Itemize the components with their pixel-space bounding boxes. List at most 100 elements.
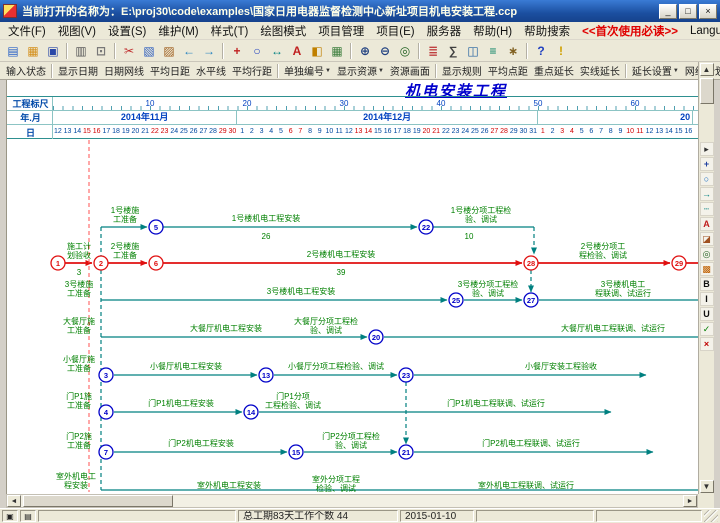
horizontal-line-button[interactable]: 水平线	[193, 63, 229, 78]
node-29[interactable]: 29	[672, 256, 686, 270]
menu-item[interactable]: 服务器	[421, 22, 468, 40]
node-1[interactable]: 1	[51, 256, 65, 270]
avg-node-space-button[interactable]: 平均点距	[485, 63, 531, 78]
save-icon[interactable]: ▣	[43, 42, 63, 60]
zoom-tool-icon[interactable]: ◎	[700, 247, 714, 261]
menu-item[interactable]: 设置(S)	[102, 22, 152, 40]
scroll-left-button[interactable]: ◄	[7, 495, 21, 507]
close-button[interactable]: ×	[699, 4, 717, 19]
scroll-track[interactable]	[173, 495, 683, 507]
find-icon[interactable]: ◎	[395, 42, 415, 60]
status-button-right[interactable]: ▤	[20, 510, 36, 522]
paste-icon[interactable]: ▨	[159, 42, 179, 60]
show-date-button[interactable]: 显示日期	[55, 63, 101, 78]
menu-item[interactable]: 绘图模式	[254, 22, 312, 40]
redo-icon[interactable]: →	[199, 42, 219, 60]
bold-icon[interactable]: B	[700, 277, 714, 291]
avg-row-space-button[interactable]: 平均行距	[229, 63, 275, 78]
node-23[interactable]: 23	[399, 368, 413, 382]
print-icon[interactable]: ▥	[71, 42, 91, 60]
node-25[interactable]: 25	[449, 293, 463, 307]
draw-node-icon[interactable]: ○	[700, 172, 714, 186]
tips-icon[interactable]: !	[551, 42, 571, 60]
dashed-edge-icon[interactable]: ┄	[700, 202, 714, 216]
day-cell: 11	[635, 125, 645, 139]
help-icon[interactable]: ?	[531, 42, 551, 60]
menu-item[interactable]: Language	[684, 24, 720, 38]
node-20[interactable]: 20	[369, 330, 383, 344]
calendar-icon[interactable]: ≣	[423, 42, 443, 60]
node-4[interactable]: 4	[99, 405, 113, 419]
link-tasks-icon[interactable]: ↔	[267, 42, 287, 60]
node-3[interactable]: 3	[99, 368, 113, 382]
menu-item[interactable]: 帮助(H)	[467, 22, 518, 40]
scroll-down-button[interactable]: ▼	[700, 480, 714, 493]
open-folder-icon[interactable]: ▦	[23, 42, 43, 60]
add-task-icon[interactable]: +	[227, 42, 247, 60]
eraser-icon[interactable]: ◪	[700, 232, 714, 246]
menu-item[interactable]: 帮助搜索	[518, 22, 576, 40]
copy-icon[interactable]: ▧	[139, 42, 159, 60]
horizontal-scrollbar[interactable]: ◄ ►	[6, 494, 698, 508]
delete-icon[interactable]: ×	[700, 337, 714, 351]
draw-edge-icon[interactable]: →	[700, 187, 714, 201]
grid-icon[interactable]: ▦	[327, 42, 347, 60]
separate-number-button[interactable]: 单独编号▼	[281, 63, 334, 78]
minimize-button[interactable]: _	[659, 4, 677, 19]
node-15[interactable]: 15	[289, 445, 303, 459]
settings-icon[interactable]: ∗	[503, 42, 523, 60]
text-tool-icon[interactable]: A	[287, 42, 307, 60]
print-preview-icon[interactable]: ⊡	[91, 42, 111, 60]
show-rule-button[interactable]: 显示规则	[439, 63, 485, 78]
label-tool-icon[interactable]: A	[700, 217, 714, 231]
node-28[interactable]: 28	[524, 256, 538, 270]
menu-item[interactable]: 样式(T)	[205, 22, 255, 40]
node-13[interactable]: 13	[259, 368, 273, 382]
chart-icon[interactable]: ◫	[463, 42, 483, 60]
key-extend-button[interactable]: 重点延长	[531, 63, 577, 78]
node-22[interactable]: 22	[419, 220, 433, 234]
calc-icon[interactable]: ∑	[443, 42, 463, 60]
fill-color-icon[interactable]: ▩	[700, 262, 714, 276]
node-2[interactable]: 2	[94, 256, 108, 270]
color-palette-icon[interactable]: ◧	[307, 42, 327, 60]
gantt-icon[interactable]: ≡	[483, 42, 503, 60]
node-14[interactable]: 14	[244, 405, 258, 419]
italic-icon[interactable]: I	[700, 292, 714, 306]
menu-item[interactable]: 项目(E)	[370, 22, 420, 40]
menu-item[interactable]: 视图(V)	[52, 22, 102, 40]
date-line-button[interactable]: 日期网线	[101, 63, 147, 78]
node-6[interactable]: 6	[149, 256, 163, 270]
menu-item[interactable]: 项目管理	[312, 22, 370, 40]
add-node-icon[interactable]: ○	[247, 42, 267, 60]
zoom-out-icon[interactable]: ⊖	[375, 42, 395, 60]
menu-item[interactable]: 文件(F)	[2, 22, 52, 40]
resource-view-button[interactable]: 资源画面	[387, 63, 433, 78]
node-21[interactable]: 21	[399, 445, 413, 459]
new-file-icon[interactable]: ▤	[3, 42, 23, 60]
scroll-right-button[interactable]: ►	[683, 495, 697, 507]
pan-tool-icon[interactable]: +	[700, 157, 714, 171]
avg-day-space-button[interactable]: 平均日距	[147, 63, 193, 78]
node-5[interactable]: 5	[149, 220, 163, 234]
maximize-button[interactable]: □	[679, 4, 697, 19]
select-tool-icon[interactable]: ▸	[700, 142, 714, 156]
confirm-icon[interactable]: ✓	[700, 322, 714, 336]
underline-icon[interactable]: U	[700, 307, 714, 321]
status-button-left[interactable]: ▣	[2, 510, 18, 522]
input-state-button[interactable]: 输入状态	[3, 63, 49, 78]
node-27[interactable]: 27	[524, 293, 538, 307]
zoom-in-icon[interactable]: ⊕	[355, 42, 375, 60]
show-resource-button[interactable]: 显示资源▼	[334, 63, 387, 78]
menu-item[interactable]: <<首次使用必读>>	[576, 22, 684, 40]
extend-setting-button[interactable]: 延长设置▼	[629, 63, 682, 78]
scroll-up-button[interactable]: ▲	[700, 63, 714, 76]
resize-grip[interactable]	[704, 510, 718, 522]
menu-item[interactable]: 维护(M)	[152, 22, 204, 40]
undo-icon[interactable]: ←	[179, 42, 199, 60]
solid-extend-button[interactable]: 实线延长	[577, 63, 623, 78]
vertical-scroll-thumb[interactable]	[700, 78, 714, 104]
horizontal-scroll-thumb[interactable]	[23, 495, 173, 507]
node-7[interactable]: 7	[99, 445, 113, 459]
cut-icon[interactable]: ✂	[119, 42, 139, 60]
